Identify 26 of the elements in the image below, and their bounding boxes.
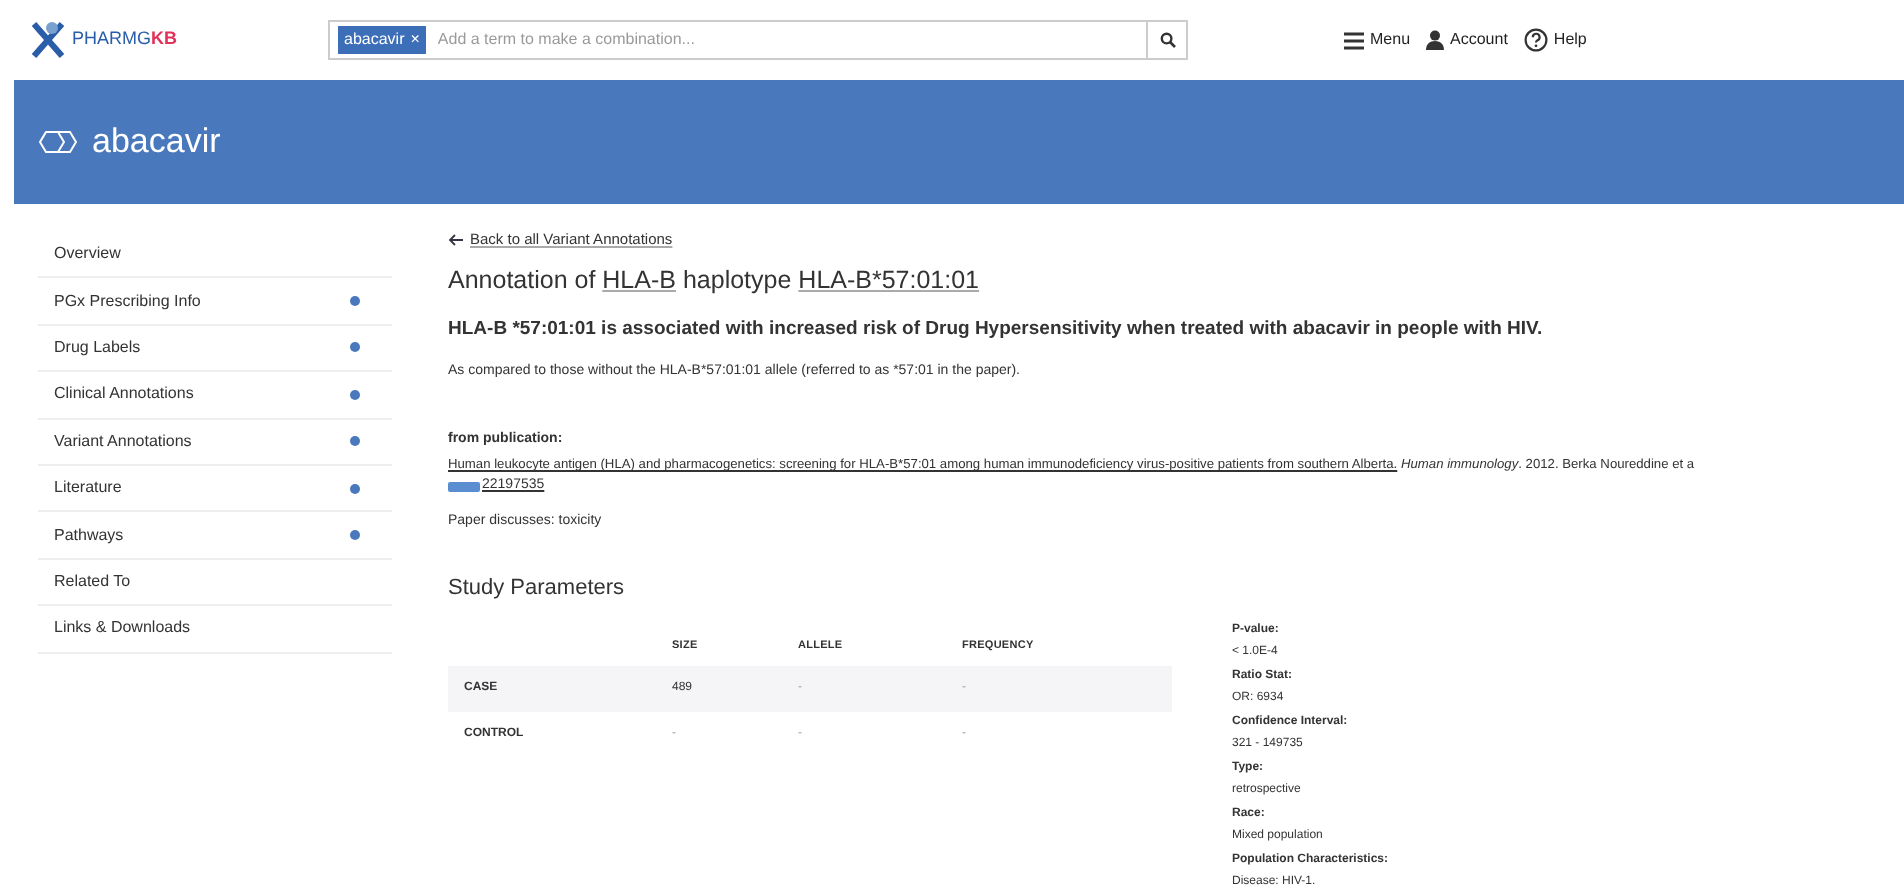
sidebar-item[interactable]: Pathways	[38, 512, 392, 560]
summary-text: HLA-B *57:01:01 is associated with increased risk of Drug Hypersensitivity when treated with abacavir in people with HIV.	[448, 316, 1545, 344]
sidebar-item[interactable]: Drug Labels	[38, 325, 392, 373]
logo-icon	[28, 18, 68, 62]
back-arrow-icon	[448, 233, 464, 246]
logo-text: PHARMGKB	[72, 26, 178, 53]
search-tag[interactable]: abacavir ×	[338, 26, 426, 54]
sidebar-item[interactable]: Literature	[38, 465, 392, 513]
menu-icon	[1344, 31, 1364, 49]
help-icon	[1523, 28, 1548, 52]
search-icon	[1159, 32, 1175, 48]
sidebar-item[interactable]: Links & Downloads	[38, 606, 392, 654]
sidebar-item[interactable]: Variant Annotations	[38, 419, 392, 466]
search-field[interactable]: abacavir × Add a term to make a combination...	[328, 20, 1188, 60]
sidebar-item[interactable]: Related To	[38, 559, 392, 607]
banner-title: abacavir	[92, 120, 221, 165]
page-title: Annotation of HLA-B haplotype HLA-B*57:01:01	[448, 264, 982, 299]
sidebar-item[interactable]: Overview	[38, 232, 392, 279]
nav-link[interactable]: Account	[1426, 28, 1508, 52]
person-icon	[1426, 30, 1445, 50]
section-heading: Study Parameters	[448, 574, 627, 605]
sidebar-item[interactable]: Clinical Annotations	[38, 372, 392, 420]
sidebar-item[interactable]: PGx Prescribing Info	[38, 278, 392, 326]
nav-link[interactable]: Menu	[1344, 28, 1411, 52]
molecule-icon	[38, 130, 82, 154]
nav-link[interactable]: Help	[1523, 28, 1587, 52]
